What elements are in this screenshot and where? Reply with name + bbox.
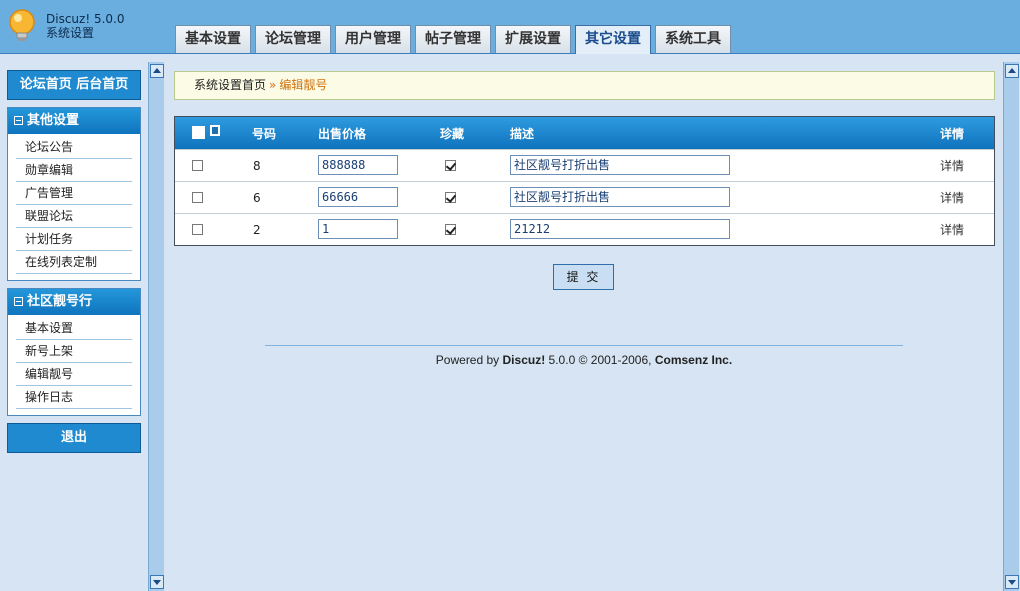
- menu-other-settings: 其他设置 论坛公告 勋章编辑 广告管理 联盟论坛 计划任务 在线列表定制: [7, 107, 141, 281]
- row-number: 6: [253, 191, 261, 205]
- price-input[interactable]: 888888: [318, 155, 398, 175]
- row-select-checkbox[interactable]: [192, 192, 203, 203]
- description-input[interactable]: 21212: [510, 219, 730, 239]
- footer: Powered by Discuz! 5.0.0 © 2001-2006, Co…: [265, 353, 903, 367]
- sidebar-item[interactable]: 编辑靓号: [16, 363, 132, 386]
- footer-copyright: © 2001-2006,: [578, 353, 652, 367]
- select-all-icon: [210, 125, 220, 136]
- price-input[interactable]: 1: [318, 219, 398, 239]
- logout-button[interactable]: 退出: [7, 423, 141, 453]
- column-header-number: 号码: [252, 127, 277, 141]
- footer-powered: Powered by: [435, 353, 500, 367]
- tab-4[interactable]: 扩展设置: [495, 25, 571, 53]
- sidebar-item[interactable]: 联盟论坛: [16, 205, 132, 228]
- breadcrumb: 系统设置首页» 编辑靓号: [174, 71, 995, 100]
- sidebar-item[interactable]: 广告管理: [16, 182, 132, 205]
- table-row: 2 1 21212 详情: [175, 213, 994, 245]
- sidebar-item[interactable]: 新号上架: [16, 340, 132, 363]
- breadcrumb-home-link[interactable]: 系统设置首页: [194, 78, 266, 92]
- table-header: 号码 出售价格 珍藏 描述 详情: [175, 117, 994, 149]
- column-header-desc: 描述: [510, 127, 535, 141]
- sidebar-scrollbar[interactable]: [148, 62, 164, 591]
- sidebar-item[interactable]: 勋章编辑: [16, 159, 132, 182]
- brand-name: Discuz! 5.0.0: [46, 12, 125, 26]
- breadcrumb-separator: »: [269, 78, 277, 92]
- row-select-checkbox[interactable]: [192, 160, 203, 171]
- column-header-collect: 珍藏: [440, 127, 465, 141]
- detail-link[interactable]: 详情: [940, 189, 964, 206]
- sidebar: 论坛首页 后台首页 其他设置 论坛公告 勋章编辑 广告管理 联盟论坛 计划任务 在线列表定…: [7, 70, 141, 453]
- table-row: 6 66666 社区靓号打折出售 详情: [175, 181, 994, 213]
- tab-1[interactable]: 论坛管理: [255, 25, 331, 53]
- select-all-checkbox[interactable]: [192, 126, 205, 139]
- scroll-down-arrow-icon[interactable]: [150, 575, 164, 589]
- collapse-icon[interactable]: [14, 297, 23, 306]
- row-number: 8: [253, 159, 261, 173]
- menu-nice-number: 社区靓号行 基本设置 新号上架 编辑靓号 操作日志: [7, 288, 141, 416]
- table-body: 8 888888 社区靓号打折出售 详情 6 66666 社区靓号打折出售 详情 2 1 21212…: [175, 149, 994, 245]
- description-input[interactable]: 社区靓号打折出售: [510, 155, 730, 175]
- price-input[interactable]: 66666: [318, 187, 398, 207]
- scroll-up-arrow-icon[interactable]: [1005, 64, 1019, 78]
- brand-subtitle: 系统设置: [46, 26, 95, 40]
- collect-checkbox[interactable]: [445, 192, 456, 203]
- sidebar-item[interactable]: 操作日志: [16, 386, 132, 409]
- row-select-checkbox[interactable]: [192, 224, 203, 235]
- menu-title: 其他设置: [27, 113, 80, 128]
- tab-6[interactable]: 系统工具: [655, 25, 731, 53]
- footer-product-link[interactable]: Discuz!: [503, 353, 546, 367]
- scroll-down-arrow-icon[interactable]: [1005, 575, 1019, 589]
- collect-checkbox[interactable]: [445, 160, 456, 171]
- collect-checkbox[interactable]: [445, 224, 456, 235]
- column-header-price: 出售价格: [318, 127, 367, 141]
- menu-list: 基本设置 新号上架 编辑靓号 操作日志: [8, 315, 140, 415]
- sidebar-item[interactable]: 基本设置: [16, 317, 132, 340]
- scroll-up-arrow-icon[interactable]: [150, 64, 164, 78]
- menu-header-nice-number[interactable]: 社区靓号行: [8, 289, 140, 315]
- menu-title: 社区靓号行: [27, 294, 93, 309]
- tab-2[interactable]: 用户管理: [335, 25, 411, 53]
- row-number: 2: [253, 223, 261, 237]
- lightbulb-logo-icon: [9, 9, 35, 41]
- table-row: 8 888888 社区靓号打折出售 详情: [175, 149, 994, 181]
- sidebar-item[interactable]: 论坛公告: [16, 136, 132, 159]
- footer-company-link[interactable]: Comsenz Inc.: [655, 353, 732, 367]
- footer-divider: [265, 345, 903, 346]
- nice-number-table: 号码 出售价格 珍藏 描述 详情 8 888888 社区靓号打折出售 详情 6 66666…: [174, 116, 995, 246]
- tab-0[interactable]: 基本设置: [175, 25, 251, 53]
- footer-version: 5.0.0: [548, 353, 576, 367]
- top-header: Discuz! 5.0.0 系统设置 基本设置 论坛管理 用户管理 帖子管理 扩展设置其…: [0, 0, 1020, 54]
- tab-5[interactable]: 其它设置: [575, 25, 651, 54]
- breadcrumb-current: 编辑靓号: [279, 78, 328, 92]
- tab-3[interactable]: 帖子管理: [415, 25, 491, 53]
- sidebar-item[interactable]: 在线列表定制: [16, 251, 132, 274]
- main-tabs: 基本设置 论坛管理 用户管理 帖子管理 扩展设置 其它设置 系统工具: [175, 25, 735, 54]
- detail-link[interactable]: 详情: [940, 157, 964, 174]
- main-scrollbar[interactable]: [1003, 62, 1019, 591]
- column-header-detail: 详情: [940, 127, 965, 141]
- brand: Discuz! 5.0.0 系统设置: [46, 12, 125, 40]
- detail-link[interactable]: 详情: [940, 221, 964, 238]
- menu-header-other-settings[interactable]: 其他设置: [8, 108, 140, 134]
- submit-button[interactable]: 提 交: [553, 264, 614, 290]
- forum-admin-home-links[interactable]: 论坛首页 后台首页: [7, 70, 141, 100]
- description-input[interactable]: 社区靓号打折出售: [510, 187, 730, 207]
- collapse-icon[interactable]: [14, 116, 23, 125]
- sidebar-item[interactable]: 计划任务: [16, 228, 132, 251]
- menu-list: 论坛公告 勋章编辑 广告管理 联盟论坛 计划任务 在线列表定制: [8, 134, 140, 280]
